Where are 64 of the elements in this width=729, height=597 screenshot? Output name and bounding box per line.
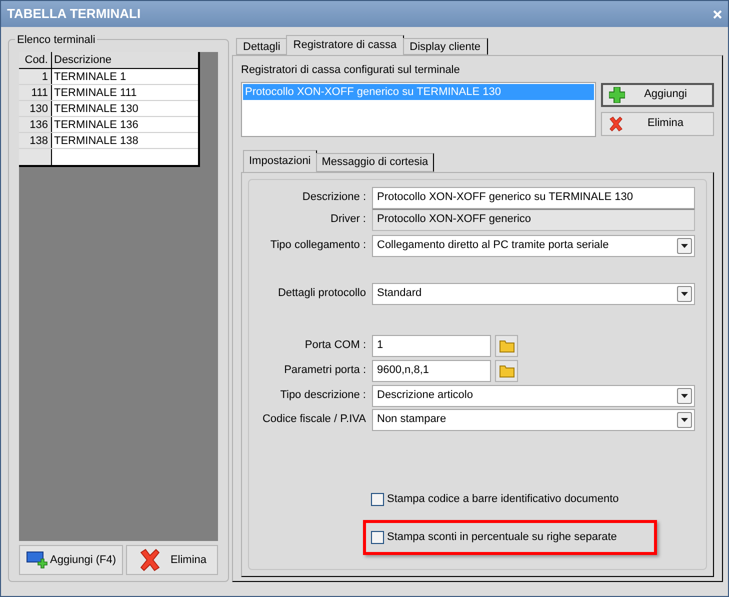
checkbox[interactable] [371,492,384,506]
dropdown-button[interactable] [677,238,692,254]
description-cell-text: TERMINALE 138 [53,134,138,148]
folder-icon [498,364,514,378]
tab[interactable]: Registratore di cassa [286,35,404,55]
dropdown-arrow-icon [681,394,688,398]
field-label: Tipo descrizione : [279,388,367,404]
code-cell: 130 [19,101,52,116]
delete-button[interactable]: Elimina [126,545,218,575]
delete-icon [608,116,624,132]
input-field[interactable]: 9600,n,8,1 [372,360,491,382]
delete-button[interactable]: Elimina [601,112,714,136]
close-icon[interactable] [713,10,722,18]
dropdown[interactable]: Collegamento diretto al PC tramite porta seriale [372,234,695,256]
description-cell-text: TERMINALE 1 [53,70,126,84]
add-button[interactable]: Aggiungi (F4) [19,545,124,575]
dropdown-button[interactable] [677,388,692,404]
dropdown-button[interactable] [677,412,692,428]
tab[interactable]: Messaggio di cortesia [316,152,434,172]
dropdown-arrow-icon [681,292,688,296]
field-label: Tipo collegamento : [269,238,367,254]
browse-button[interactable] [495,360,518,382]
driver-field: Protocollo XON-XOFF generico [372,208,695,230]
add-screen-icon [26,551,50,569]
dropdown-value: Descrizione articolo [377,388,473,404]
field-label: Parametri porta : [283,363,367,378]
column-header[interactable]: Cod. [19,52,52,68]
checkbox-label: Stampa sconti in percentuale su righe separate [387,530,617,545]
description-cell-text: TERMINALE 136 [53,118,138,132]
dropdown-arrow-icon [681,418,688,422]
checkbox-label: Stampa codice a barre identificativo documento [387,492,619,507]
code-cell: 138 [19,133,52,148]
dropdown-button[interactable] [677,286,692,302]
add-button[interactable]: Aggiungi [601,82,714,106]
dropdown-value: Collegamento diretto al PC tramite porta seriale [377,238,609,254]
field-label: Descrizione : [301,190,367,206]
field-label: Driver : [330,212,367,228]
column-header[interactable]: Descrizione [52,52,112,68]
input-field[interactable]: 1 [372,334,491,356]
code-cell: 111 [19,85,52,100]
plus-icon [609,86,625,102]
input-field[interactable]: Protocollo XON-XOFF generico su TERMINALE 130 [372,186,695,208]
tab[interactable]: Impostazioni [243,150,317,172]
field-label: Porta COM : [304,338,367,354]
code-cell: 1 [19,69,52,84]
checkbox[interactable] [371,530,384,544]
description-cell-text: TERMINALE 111 [53,86,137,100]
field-label: Codice fiscale / P.IVA [261,412,367,428]
description-cell-text: TERMINALE 130 [53,102,138,116]
delete-icon [138,548,162,572]
field-label: Dettagli protocollo [276,286,367,302]
dropdown[interactable]: Descrizione articolo [372,384,695,406]
browse-button[interactable] [495,334,518,356]
dropdown-value: Non stampare [377,412,446,428]
tab[interactable]: Dettagli [236,38,288,55]
tab[interactable]: Display cliente [402,38,488,55]
dropdown-arrow-icon [681,244,688,248]
code-cell: 136 [19,117,52,132]
section-label: Registratori di cassa configurati sul terminale [241,63,461,78]
dropdown[interactable]: Non stampare [372,408,695,430]
folder-icon [498,338,514,352]
window-title: TABELLA TERMINALI [7,5,141,24]
dropdown[interactable]: Standard [372,282,695,304]
dropdown-value: Standard [377,286,422,302]
